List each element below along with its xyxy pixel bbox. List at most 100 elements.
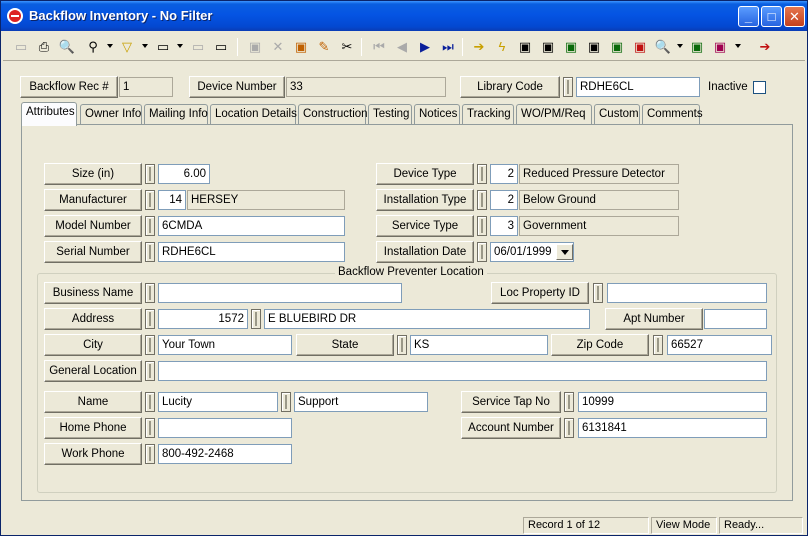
duplicate-icon[interactable]: ▭ [211,37,231,57]
filter-dropdown-icon[interactable] [142,44,148,48]
service-tap-no-handle[interactable] [564,392,574,412]
installation-date-handle[interactable] [477,242,487,262]
apt-number-button[interactable]: Apt Number [605,308,703,330]
tab-construction[interactable]: Construction [298,104,368,125]
home-phone-button[interactable]: Home Phone [44,417,142,439]
zip-code-field[interactable]: 66527 [667,335,772,355]
size-button[interactable]: Size (in) [44,163,142,185]
device-type-handle[interactable] [477,164,487,184]
tab-location-details[interactable]: Location Details [210,104,297,125]
filter-icon[interactable]: ▽ [117,37,137,57]
service-tap-no-field[interactable]: 10999 [578,392,767,412]
map-icon[interactable]: ▣ [515,37,535,57]
model-number-handle[interactable] [145,216,155,236]
device-type-code-field[interactable]: 2 [490,164,518,184]
report-dropdown-icon[interactable] [177,44,183,48]
installation-date-dropdown-icon[interactable] [556,244,573,260]
manufacturer-handle[interactable] [145,190,155,210]
general-location-button[interactable]: General Location [44,360,142,382]
tab-attributes[interactable]: Attributes [21,102,77,126]
tab-tracking[interactable]: Tracking [462,104,514,125]
close-button[interactable]: ✕ [784,6,805,27]
loc-property-id-field[interactable] [607,283,767,303]
address-street-field[interactable]: E BLUEBIRD DR [264,309,590,329]
zip-code-handle[interactable] [653,335,663,355]
last-record-icon[interactable]: ⏭ [438,37,458,57]
lookup-dropdown-icon[interactable] [107,44,113,48]
maximize-button[interactable]: □ [761,6,782,27]
model-number-field[interactable]: 6CMDA [158,216,345,236]
size-field[interactable]: 6.00 [158,164,210,184]
books-icon[interactable]: ▣ [710,37,730,57]
app-logo-icon[interactable] [7,8,23,24]
address-street-handle[interactable] [251,309,261,329]
tab-mailing-info[interactable]: Mailing Info [144,104,208,125]
report-icon[interactable]: ▭ [153,37,173,57]
name-button[interactable]: Name [44,391,142,413]
loc-property-id-handle[interactable] [593,283,603,303]
apt-number-field[interactable] [704,309,767,329]
city-handle[interactable] [145,335,155,355]
general-location-handle[interactable] [145,361,155,381]
state-field[interactable]: KS [410,335,548,355]
hierarchy-icon[interactable]: ▣ [538,37,558,57]
loc-property-id-button[interactable]: Loc Property ID [491,282,589,304]
business-name-button[interactable]: Business Name [44,282,142,304]
work-phone-field[interactable]: 800-492-2468 [158,444,292,464]
account-number-field[interactable]: 6131841 [578,418,767,438]
library-code-field[interactable]: RDHE6CL [576,77,700,97]
service-tap-no-button[interactable]: Service Tap No [461,391,561,413]
serial-number-handle[interactable] [145,242,155,262]
delete-icon[interactable]: ✕ [268,37,288,57]
tab-testing[interactable]: Testing [368,104,412,125]
gis-icon[interactable]: ▣ [561,37,581,57]
name-second-field[interactable]: Support [294,392,428,412]
serial-number-field[interactable]: RDHE6CL [158,242,345,262]
web-icon[interactable]: 🔍 [653,37,673,57]
previous-record-icon[interactable]: ◀ [392,37,412,57]
work-order-icon[interactable]: ▣ [630,37,650,57]
library-icon[interactable]: ▣ [291,37,311,57]
installation-type-code-field[interactable]: 2 [490,190,518,210]
home-phone-handle[interactable] [145,418,155,438]
calendar-icon[interactable]: ▣ [584,37,604,57]
flash-icon[interactable]: ϟ [492,37,512,57]
address-number-field[interactable]: 1572 [158,309,248,329]
home-phone-field[interactable] [158,418,292,438]
address-button[interactable]: Address [44,308,142,330]
copy-record-icon[interactable]: ▭ [188,37,208,57]
edit-icon[interactable]: ✎ [314,37,334,57]
account-number-button[interactable]: Account Number [461,417,561,439]
account-number-handle[interactable] [564,418,574,438]
tab-custom[interactable]: Custom [594,104,640,125]
library-code-handle[interactable] [563,77,573,97]
state-handle[interactable] [397,335,407,355]
general-location-field[interactable] [158,361,767,381]
library-code-button[interactable]: Library Code [460,76,560,98]
name-first-field[interactable]: Lucity [158,392,278,412]
address-handle[interactable] [145,309,155,329]
device-type-button[interactable]: Device Type [376,163,474,185]
service-type-button[interactable]: Service Type [376,215,474,237]
installation-type-button[interactable]: Installation Type [376,189,474,211]
books-dropdown-icon[interactable] [735,44,741,48]
chart-icon[interactable]: ▣ [607,37,627,57]
service-type-code-field[interactable]: 3 [490,216,518,236]
next-record-icon[interactable]: ▶ [415,37,435,57]
name-handle[interactable] [145,392,155,412]
work-phone-handle[interactable] [145,444,155,464]
first-record-icon[interactable]: ⏮ [369,37,389,57]
state-button[interactable]: State [296,334,394,356]
city-field[interactable]: Your Town [158,335,292,355]
tab-notices[interactable]: Notices [414,104,460,125]
city-button[interactable]: City [44,334,142,356]
name-second-handle[interactable] [281,392,291,412]
device-number-button[interactable]: Device Number [189,76,285,98]
print-icon[interactable]: ⎙ [34,37,54,57]
lookup-icon[interactable]: ⚲ [83,37,103,57]
tab-wo-pm-req[interactable]: WO/PM/Req [516,104,592,125]
new-record-icon[interactable]: ▭ [11,37,31,57]
business-name-field[interactable] [158,283,402,303]
model-number-button[interactable]: Model Number [44,215,142,237]
print-preview-icon[interactable]: 🔍 [57,37,77,57]
